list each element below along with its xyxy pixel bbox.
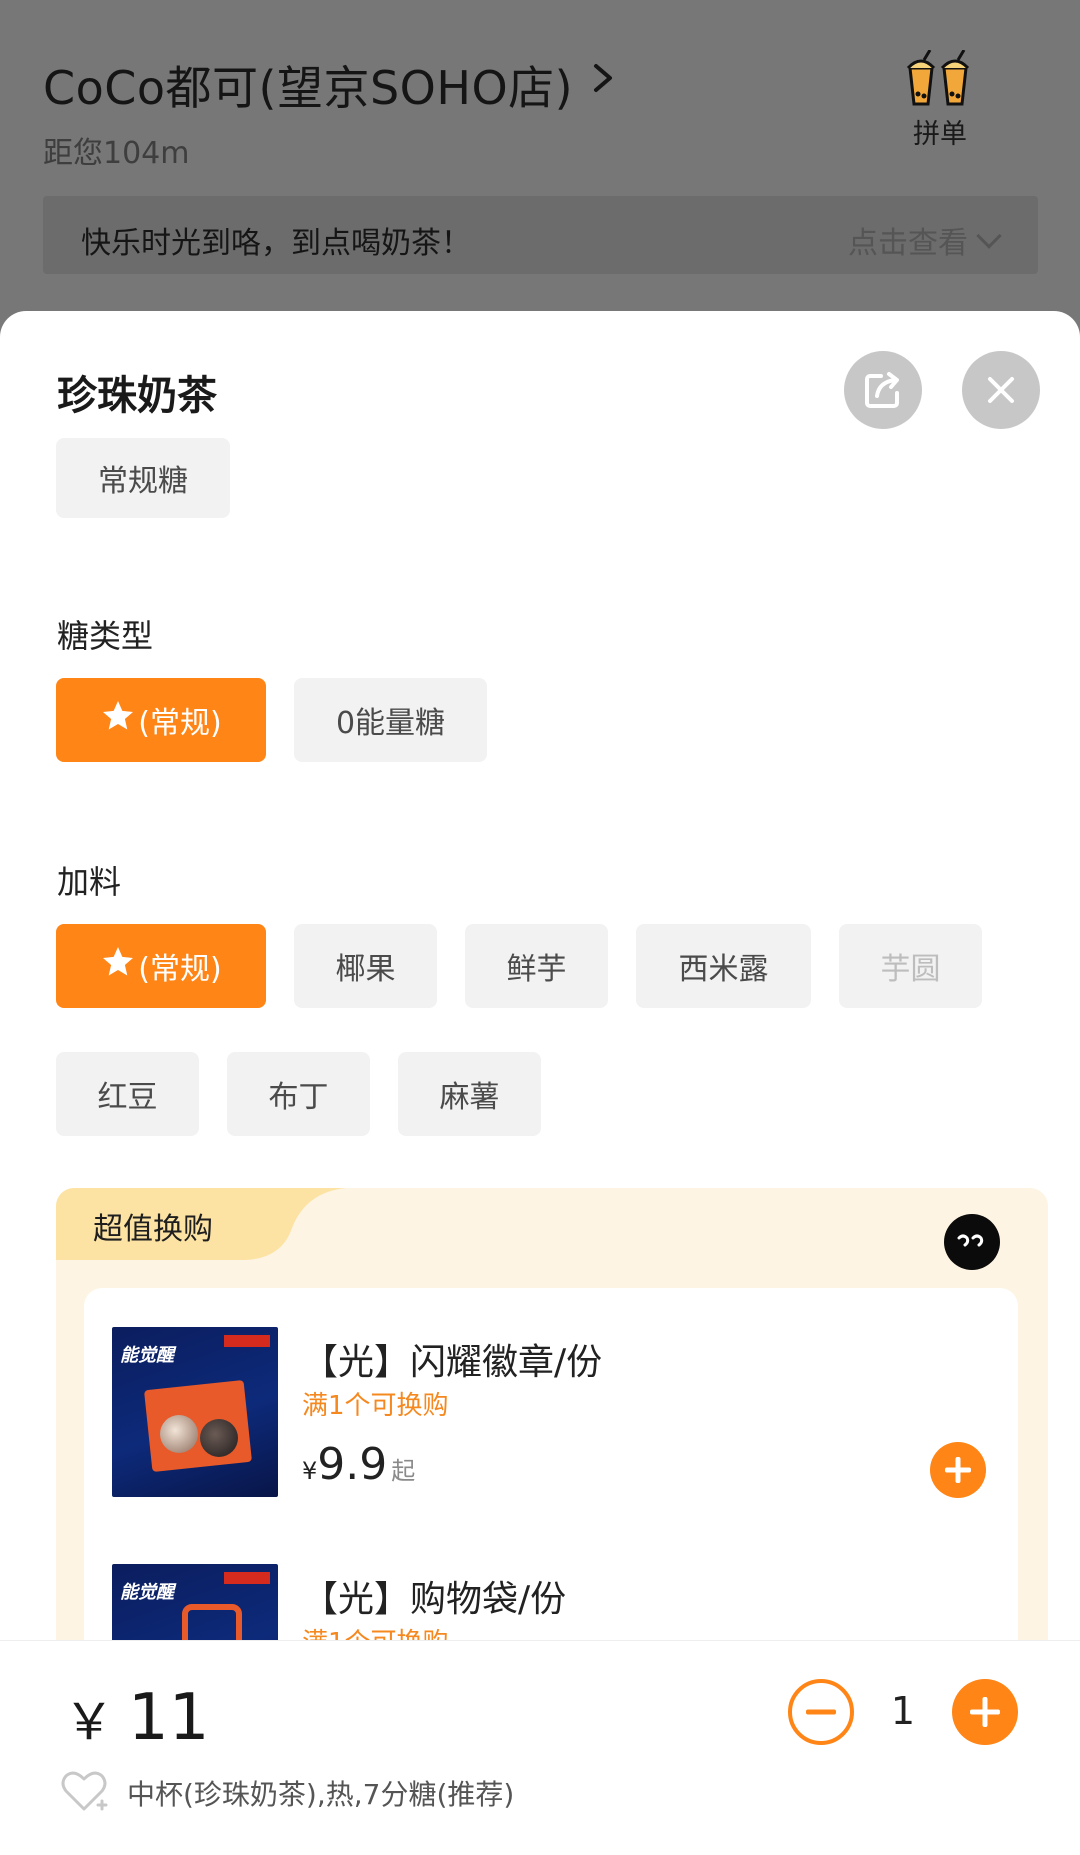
store-name[interactable]: CoCo都可(望京SOHO店) bbox=[43, 52, 573, 118]
star-icon bbox=[103, 947, 134, 976]
store-header: CoCo都可(望京SOHO店) 距您104m 拼单 快乐时光到咯，到点喝奶茶！ … bbox=[0, 0, 1080, 320]
product-title: 珍珠奶茶 bbox=[57, 373, 217, 419]
product-options-sheet: 珍珠奶茶 常规糖 糖类型 (常规) 0能量糖 加料 (常规) 椰果 鲜芋 西米露… bbox=[0, 311, 1080, 1855]
sugar-option-regular[interactable]: (常规) bbox=[56, 678, 266, 762]
store-distance: 距您104m bbox=[43, 136, 190, 171]
increase-quantity-button[interactable] bbox=[952, 1679, 1018, 1745]
topping-option-mochi[interactable]: 麻薯 bbox=[398, 1052, 541, 1136]
deal-title: 超值换购 bbox=[93, 1212, 213, 1247]
decrease-quantity-button[interactable] bbox=[788, 1679, 854, 1745]
topping-option-red-bean[interactable]: 红豆 bbox=[56, 1052, 199, 1136]
total-price: ￥ 11 bbox=[64, 1681, 210, 1755]
chevron-down-icon bbox=[976, 223, 1002, 249]
sweetness-chip[interactable]: 常规糖 bbox=[56, 438, 230, 518]
close-button[interactable] bbox=[962, 351, 1040, 429]
share-icon bbox=[865, 372, 899, 408]
deal-item-name: 【光】闪耀徽章/份 bbox=[302, 1342, 603, 1383]
notice-link-label: 点击查看 bbox=[848, 226, 968, 261]
milk-tea-cups-icon bbox=[906, 50, 970, 106]
group-order-button[interactable]: 拼单 bbox=[895, 50, 985, 160]
deal-mascot-icon bbox=[944, 1214, 1000, 1270]
notice-view-link[interactable]: 点击查看 bbox=[848, 218, 1002, 262]
badge-product-image: 能觉醒 bbox=[112, 1327, 278, 1497]
share-button[interactable] bbox=[844, 351, 922, 429]
deal-item-price: ¥9.9 起 bbox=[302, 1439, 416, 1490]
selected-spec-summary: 中杯(珍珠奶茶),热,7分糖(推荐) bbox=[127, 1778, 515, 1811]
notice-text: 快乐时光到咯，到点喝奶茶！ bbox=[81, 226, 471, 261]
topping-option-sago[interactable]: 西米露 bbox=[636, 924, 811, 1008]
sugar-option-zero-calorie[interactable]: 0能量糖 bbox=[294, 678, 487, 762]
deal-item-condition: 满1个可换购 bbox=[302, 1391, 449, 1421]
sugar-type-label: 糖类型 bbox=[57, 617, 154, 655]
star-icon bbox=[103, 701, 134, 730]
topping-option-label: (常规) bbox=[138, 952, 222, 987]
chevron-right-icon[interactable] bbox=[588, 58, 618, 98]
toppings-label: 加料 bbox=[57, 863, 122, 901]
topping-option-regular[interactable]: (常规) bbox=[56, 924, 266, 1008]
bottom-purchase-bar: ￥ 11 1 中杯(珍珠奶茶),热,7分糖(推荐) bbox=[0, 1640, 1080, 1855]
deal-item-name: 【光】购物袋/份 bbox=[302, 1579, 567, 1620]
topping-option-taro-ball: 芋圆 bbox=[839, 924, 982, 1008]
topping-option-taro[interactable]: 鲜芋 bbox=[465, 924, 608, 1008]
favorite-heart-icon[interactable] bbox=[58, 1765, 110, 1817]
add-deal-item-button[interactable] bbox=[930, 1442, 986, 1498]
deal-item[interactable]: 能觉醒 【光】闪耀徽章/份 满1个可换购 ¥9.9 起 bbox=[112, 1327, 992, 1507]
quantity-value: 1 bbox=[890, 1689, 916, 1733]
sugar-option-label: (常规) bbox=[138, 706, 222, 741]
topping-option-coconut[interactable]: 椰果 bbox=[294, 924, 437, 1008]
group-order-label: 拼单 bbox=[913, 119, 967, 150]
topping-option-pudding[interactable]: 布丁 bbox=[227, 1052, 370, 1136]
close-icon bbox=[988, 377, 1014, 403]
store-notice[interactable]: 快乐时光到咯，到点喝奶茶！ 点击查看 bbox=[43, 196, 1038, 274]
